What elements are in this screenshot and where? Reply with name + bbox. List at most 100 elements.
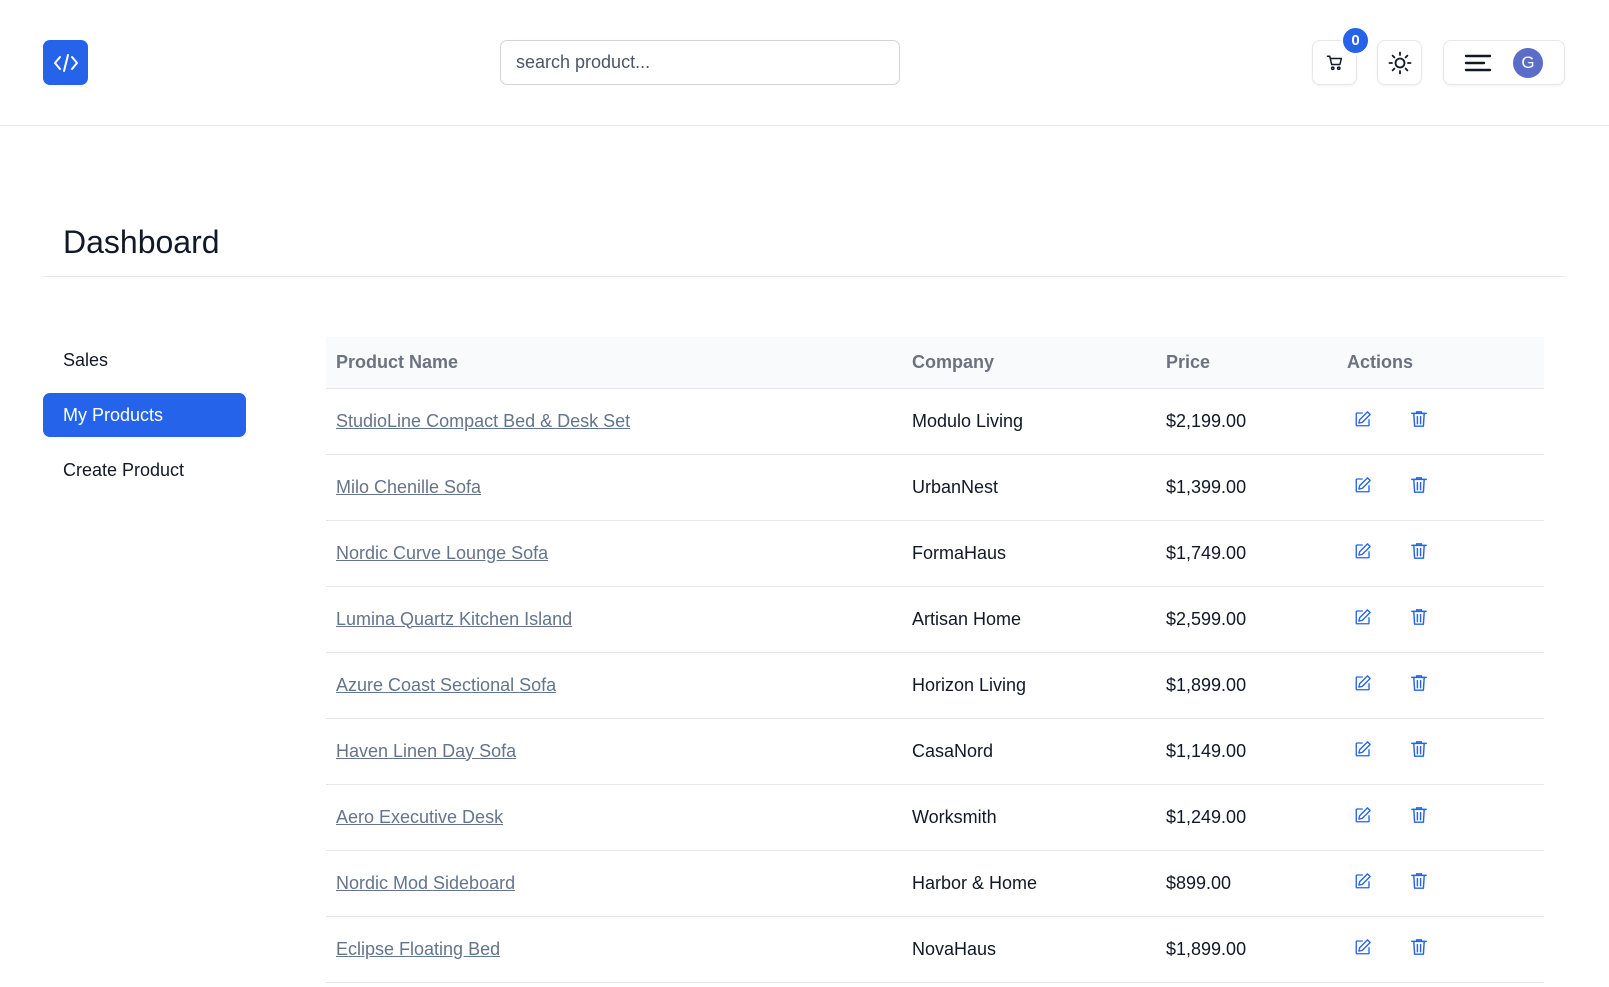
product-name-cell: Haven Linen Day Sofa	[326, 718, 902, 785]
sidebar-item-create-product[interactable]: Create Product	[43, 448, 246, 492]
delete-button[interactable]	[1405, 737, 1433, 765]
company-cell: Worksmith	[902, 784, 1156, 851]
product-name-link[interactable]: Nordic Curve Lounge Sofa	[336, 543, 548, 563]
edit-button[interactable]	[1349, 605, 1377, 633]
delete-button[interactable]	[1405, 605, 1433, 633]
delete-button[interactable]	[1405, 539, 1433, 567]
trash-icon	[1411, 542, 1427, 565]
price-cell: $1,399.00	[1156, 454, 1337, 521]
delete-button[interactable]	[1405, 407, 1433, 435]
edit-button[interactable]	[1349, 473, 1377, 501]
product-name-cell: Nordic Curve Lounge Sofa	[326, 520, 902, 587]
trash-icon	[1411, 806, 1427, 829]
table-row: Eclipse Floating Bed NovaHaus $1,899.00	[326, 916, 1544, 983]
company-cell: UrbanNest	[902, 454, 1156, 521]
column-header-price: Price	[1156, 337, 1337, 389]
product-name-cell: Aero Executive Desk	[326, 784, 902, 851]
cart-icon	[1326, 55, 1342, 70]
trash-icon	[1411, 608, 1427, 631]
product-name-link[interactable]: Lumina Quartz Kitchen Island	[336, 609, 572, 629]
product-name-link[interactable]: Nordic Mod Sideboard	[336, 873, 515, 893]
divider	[43, 276, 1565, 277]
product-name-link[interactable]: Eclipse Floating Bed	[336, 939, 500, 959]
company-cell: Modulo Living	[902, 388, 1156, 455]
product-name-link[interactable]: Aero Executive Desk	[336, 807, 503, 827]
sidebar-item-my-products[interactable]: My Products	[43, 393, 246, 437]
edit-icon	[1354, 740, 1372, 763]
table-row: Haven Linen Day Sofa CasaNord $1,149.00	[326, 718, 1544, 785]
edit-button[interactable]	[1349, 539, 1377, 567]
sidebar-item-sales[interactable]: Sales	[43, 338, 246, 382]
edit-button[interactable]	[1349, 407, 1377, 435]
table-row: Nordic Mod Sideboard Harbor & Home $899.00	[326, 850, 1544, 917]
product-name-cell: Lumina Quartz Kitchen Island	[326, 586, 902, 653]
products-table: Product Name Company Price Actions Studi…	[326, 337, 1544, 983]
edit-button[interactable]	[1349, 869, 1377, 897]
trash-icon	[1411, 476, 1427, 499]
product-name-link[interactable]: Milo Chenille Sofa	[336, 477, 481, 497]
product-name-cell: Milo Chenille Sofa	[326, 454, 902, 521]
actions-cell	[1337, 652, 1544, 719]
column-header-product-name: Product Name	[326, 337, 902, 389]
price-cell: $2,599.00	[1156, 586, 1337, 653]
edit-icon	[1354, 476, 1372, 499]
edit-icon	[1354, 542, 1372, 565]
price-cell: $1,149.00	[1156, 718, 1337, 785]
theme-toggle-button[interactable]	[1377, 40, 1422, 85]
table-header-row: Product Name Company Price Actions	[326, 337, 1544, 389]
edit-button[interactable]	[1349, 671, 1377, 699]
actions-cell	[1337, 586, 1544, 653]
price-cell: $1,899.00	[1156, 916, 1337, 983]
company-cell: Horizon Living	[902, 652, 1156, 719]
top-header: 0 G	[0, 0, 1609, 126]
actions-cell	[1337, 850, 1544, 917]
company-cell: NovaHaus	[902, 916, 1156, 983]
edit-button[interactable]	[1349, 803, 1377, 831]
column-header-company: Company	[902, 337, 1156, 389]
table-row: Lumina Quartz Kitchen Island Artisan Home…	[326, 586, 1544, 653]
price-cell: $1,899.00	[1156, 652, 1337, 719]
trash-icon	[1411, 740, 1427, 763]
delete-button[interactable]	[1405, 869, 1433, 897]
avatar: G	[1513, 48, 1543, 78]
code-icon	[53, 53, 78, 72]
price-cell: $899.00	[1156, 850, 1337, 917]
price-cell: $2,199.00	[1156, 388, 1337, 455]
actions-cell	[1337, 454, 1544, 521]
table-row: Azure Coast Sectional Sofa Horizon Living…	[326, 652, 1544, 719]
user-menu-button[interactable]: G	[1443, 40, 1565, 85]
company-cell: FormaHaus	[902, 520, 1156, 587]
delete-button[interactable]	[1405, 473, 1433, 501]
product-name-link[interactable]: Azure Coast Sectional Sofa	[336, 675, 556, 695]
delete-button[interactable]	[1405, 803, 1433, 831]
product-name-cell: Eclipse Floating Bed	[326, 916, 902, 983]
trash-icon	[1411, 410, 1427, 433]
edit-icon	[1354, 608, 1372, 631]
delete-button[interactable]	[1405, 671, 1433, 699]
actions-cell	[1337, 718, 1544, 785]
actions-cell	[1337, 784, 1544, 851]
company-cell: Artisan Home	[902, 586, 1156, 653]
edit-button[interactable]	[1349, 935, 1377, 963]
table-row: StudioLine Compact Bed & Desk Set Modulo …	[326, 388, 1544, 455]
search-input[interactable]	[500, 40, 900, 85]
column-header-actions: Actions	[1337, 337, 1544, 389]
actions-cell	[1337, 388, 1544, 455]
page-title: Dashboard	[63, 224, 220, 260]
sun-icon	[1388, 51, 1411, 74]
edit-button[interactable]	[1349, 737, 1377, 765]
logo-button[interactable]	[43, 40, 88, 85]
delete-button[interactable]	[1405, 935, 1433, 963]
product-name-cell: StudioLine Compact Bed & Desk Set	[326, 388, 902, 455]
table-row: Aero Executive Desk Worksmith $1,249.00	[326, 784, 1544, 851]
table-row: Nordic Curve Lounge Sofa FormaHaus $1,749.…	[326, 520, 1544, 587]
product-name-link[interactable]: StudioLine Compact Bed & Desk Set	[336, 411, 630, 431]
trash-icon	[1411, 674, 1427, 697]
company-cell: Harbor & Home	[902, 850, 1156, 917]
product-name-cell: Azure Coast Sectional Sofa	[326, 652, 902, 719]
edit-icon	[1354, 410, 1372, 433]
company-cell: CasaNord	[902, 718, 1156, 785]
edit-icon	[1354, 872, 1372, 895]
edit-icon	[1354, 674, 1372, 697]
product-name-link[interactable]: Haven Linen Day Sofa	[336, 741, 516, 761]
